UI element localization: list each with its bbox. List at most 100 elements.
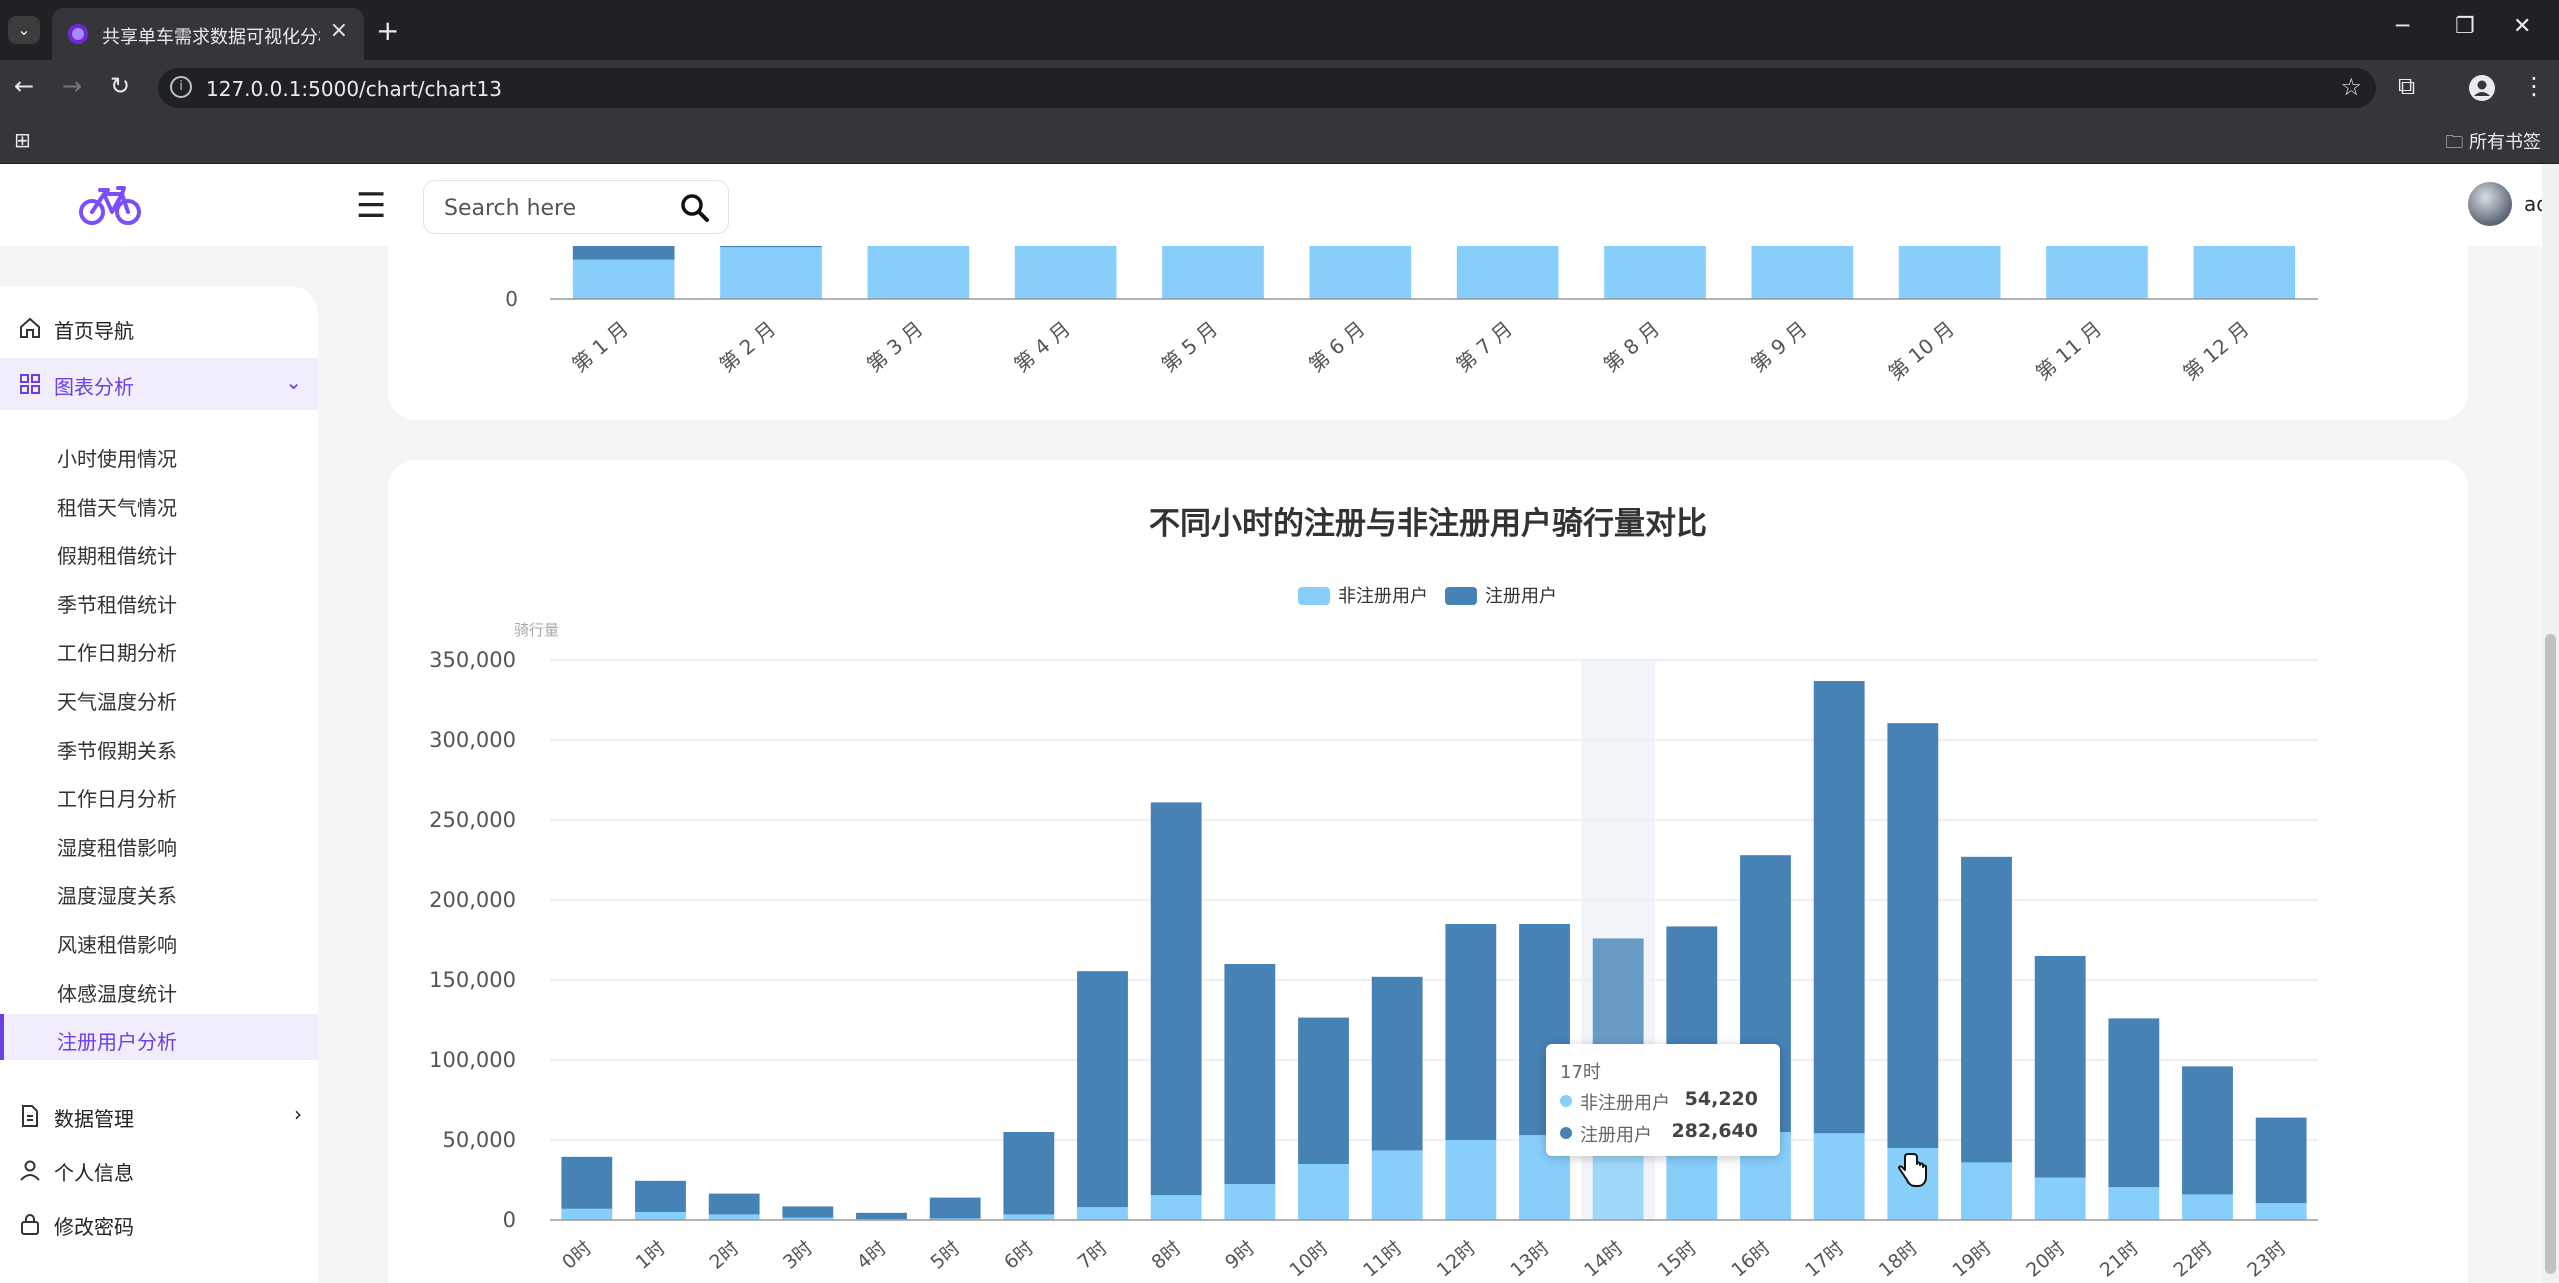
bar: [1961, 856, 2012, 1163]
sidebar-subitem[interactable]: 工作日期分析: [0, 625, 318, 671]
sidebar-subitem-label: 小时使用情况: [57, 447, 177, 471]
forward-icon[interactable]: →: [62, 72, 82, 100]
bar: [1224, 964, 1276, 1184]
extensions-icon[interactable]: ⧉: [2398, 72, 2415, 100]
sidebar-subitem[interactable]: 体感温度统计: [0, 966, 318, 1012]
page-scrollbar[interactable]: [2542, 164, 2559, 1283]
tab-search-button[interactable]: ⌄: [8, 16, 40, 44]
y-tick-label: 200,000: [429, 888, 516, 912]
x-tick-label: 9时: [1221, 1237, 1259, 1274]
close-icon[interactable]: ×: [330, 18, 348, 43]
sidebar-subitem[interactable]: 工作日月分析: [0, 771, 318, 817]
bar: [1371, 1150, 1423, 1220]
bar: [572, 259, 675, 299]
legend-swatch: [1445, 587, 1477, 605]
x-tick-label: 第 11 月: [2031, 316, 2106, 385]
bar: [2255, 1117, 2307, 1204]
sidebar-item-profile[interactable]: 个人信息: [0, 1144, 318, 1196]
hamburger-menu-icon[interactable]: ☰: [356, 186, 386, 226]
bar: [1445, 1140, 1497, 1220]
x-tick-label: 第 7 月: [1451, 316, 1517, 376]
x-tick-label: 16时: [1727, 1237, 1774, 1282]
y-tick-label: 250,000: [429, 808, 516, 832]
x-tick-label: 22时: [2169, 1237, 2216, 1282]
bar: [1150, 802, 1202, 1196]
bar: [708, 1193, 760, 1215]
x-tick-label: 1时: [632, 1237, 670, 1274]
x-tick-label: 第 12 月: [2178, 316, 2253, 385]
x-tick-label: 19时: [1948, 1237, 1995, 1282]
x-tick-label: 第 5 月: [1157, 316, 1223, 376]
sidebar-subitem-label: 注册用户分析: [57, 1030, 177, 1055]
address-bar[interactable]: i 127.0.0.1:5000/chart/chart13 ☆: [158, 68, 2376, 108]
back-icon[interactable]: ←: [14, 72, 34, 100]
bookmark-star-icon[interactable]: ☆: [2340, 73, 2362, 101]
sidebar-subitem[interactable]: 小时使用情况: [0, 431, 318, 477]
sidebar-item-label: 个人信息: [54, 1161, 134, 1185]
sidebar-item-label: 修改密码: [54, 1215, 134, 1239]
browser-toolbar: ← → ↻ i 127.0.0.1:5000/chart/chart13 ☆ ⧉…: [0, 60, 2559, 116]
url-text[interactable]: 127.0.0.1:5000/chart/chart13: [206, 77, 502, 101]
sidebar-item-home[interactable]: 首页导航: [0, 302, 318, 354]
x-tick-label: 14时: [1580, 1237, 1627, 1282]
sidebar-item-data-management[interactable]: 数据管理 ›: [0, 1090, 318, 1142]
bar: [1077, 1207, 1128, 1220]
new-tab-icon[interactable]: +: [376, 14, 399, 47]
x-tick-label: 4时: [853, 1237, 891, 1274]
bar: [1371, 976, 1423, 1151]
sidebar-subitem[interactable]: 季节租借统计: [0, 577, 318, 623]
search-input[interactable]: [444, 193, 664, 223]
browser-tab[interactable]: 共享单车需求数据可视化分析系统 ×: [52, 8, 364, 60]
x-tick-label: 10时: [1285, 1237, 1332, 1282]
bar: [2255, 1203, 2307, 1220]
bar: [856, 1212, 907, 1220]
bar: [2182, 1066, 2233, 1195]
sidebar-item-label: 数据管理: [54, 1107, 134, 1131]
sidebar-subitem[interactable]: 温度湿度关系: [0, 868, 318, 914]
y-tick-label: 0: [505, 287, 518, 311]
y-tick-label: 0: [503, 1208, 516, 1232]
bar: [561, 1156, 613, 1209]
legend-swatch: [1298, 587, 1330, 605]
sidebar-subitem[interactable]: 季节假期关系: [0, 723, 318, 769]
sidebar-item-charts[interactable]: 图表分析 ⌄: [0, 358, 318, 410]
y-axis-label: 骑行量: [514, 621, 559, 639]
reload-icon[interactable]: ↻: [110, 72, 130, 100]
x-tick-label: 第 6 月: [1304, 316, 1370, 376]
sidebar-subitem[interactable]: 租借天气情况: [0, 480, 318, 526]
sidebar-item-change-password[interactable]: 修改密码: [0, 1198, 318, 1250]
bar: [1813, 681, 1865, 1134]
x-tick-label: 0时: [558, 1237, 596, 1274]
x-tick-label: 15时: [1654, 1237, 1701, 1282]
sidebar-subitem-label: 风速租借影响: [57, 933, 177, 957]
sidebar-subitem[interactable]: 注册用户分析: [0, 1014, 318, 1061]
sidebar-subitem[interactable]: 天气温度分析: [0, 674, 318, 720]
restore-icon[interactable]: ❐: [2455, 14, 2475, 39]
y-tick-label: 100,000: [429, 1048, 516, 1072]
sidebar-subitem-label: 工作日月分析: [57, 787, 177, 812]
scrollbar-thumb[interactable]: [2545, 634, 2556, 1274]
sidebar-subitem[interactable]: 假期租借统计: [0, 528, 318, 574]
minimize-icon[interactable]: ─: [2396, 14, 2409, 39]
apps-grid-icon[interactable]: ⊞: [14, 128, 31, 152]
legend-label: 注册用户: [1485, 586, 1557, 607]
bicycle-logo-icon[interactable]: [78, 182, 142, 228]
avatar[interactable]: [2468, 182, 2512, 226]
legend-label: 非注册用户: [1338, 586, 1428, 607]
all-bookmarks-folder[interactable]: 🗀 所有书签: [2445, 128, 2541, 160]
profile-icon[interactable]: [2468, 74, 2496, 102]
bar: [635, 1212, 686, 1220]
sidebar-subitem[interactable]: 湿度租借影响: [0, 820, 318, 866]
y-tick-label: 300,000: [429, 728, 516, 752]
search-icon[interactable]: [680, 193, 710, 223]
window-close-icon[interactable]: ✕: [2513, 14, 2531, 39]
sidebar-subitem[interactable]: 风速租借影响: [0, 917, 318, 963]
chart-title: 不同小时的注册与非注册用户骑行量对比: [1149, 506, 1707, 542]
bar: [1298, 1164, 1349, 1220]
sidebar-subitem-label: 体感温度统计: [57, 981, 177, 1006]
x-tick-label: 2时: [705, 1237, 743, 1274]
sidebar-item-label: 图表分析: [54, 375, 134, 399]
browser-menu-icon[interactable]: ⋮: [2522, 72, 2546, 100]
favicon-icon: [68, 24, 88, 44]
site-info-icon[interactable]: i: [170, 76, 192, 98]
